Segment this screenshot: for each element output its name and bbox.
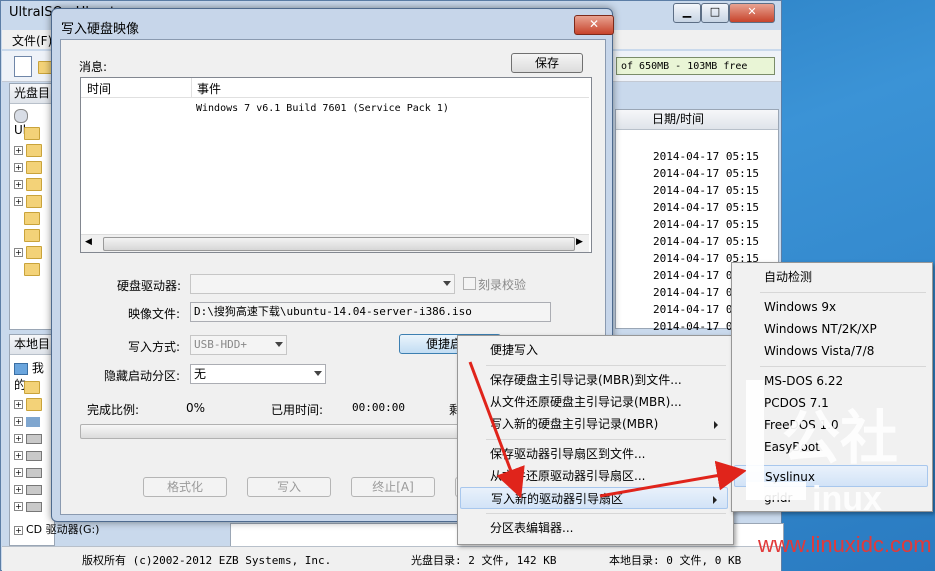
arrow-to-write-boot-sector [468, 361, 525, 499]
watermark-logo: 公社 inux [742, 378, 932, 528]
arrow-to-syslinux [599, 460, 747, 498]
watermark-site-url: www.linuxidc.com [758, 532, 932, 557]
linux-community-logo-icon: 公社 inux [746, 380, 898, 518]
svg-text:inux: inux [812, 480, 882, 518]
svg-text:公社: 公社 [782, 404, 898, 472]
